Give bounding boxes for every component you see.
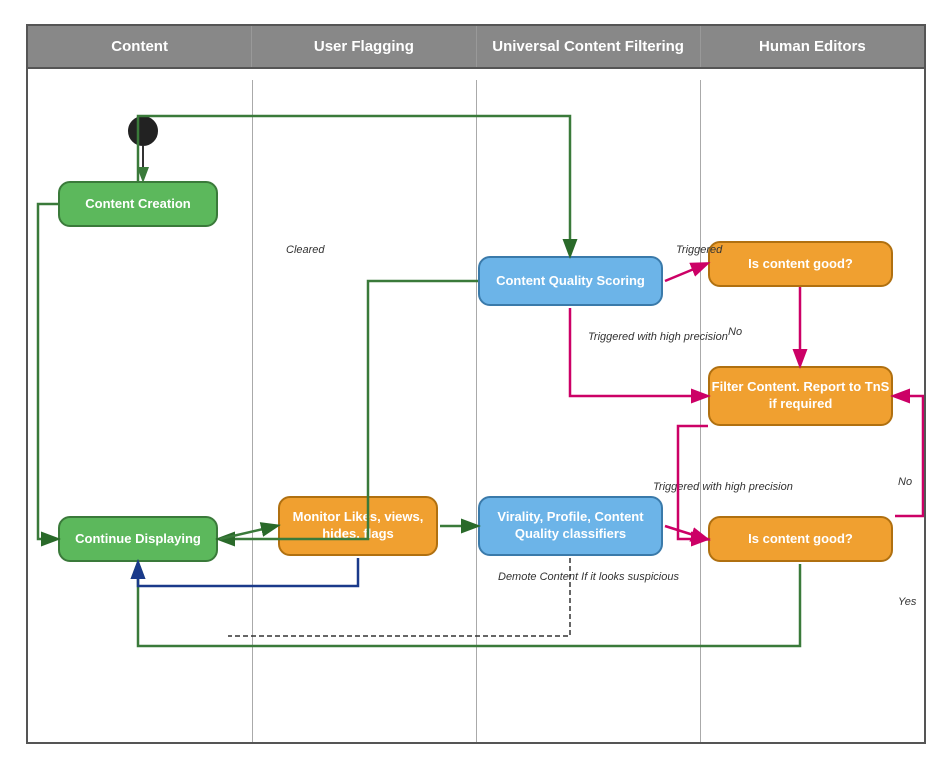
col-ucf: Universal Content Filtering xyxy=(477,26,701,67)
continue-displaying-node: Continue Displaying xyxy=(58,516,218,562)
column-headers: Content User Flagging Universal Content … xyxy=(28,26,924,69)
cleared-label: Cleared xyxy=(286,244,325,257)
col-content: Content xyxy=(28,26,252,67)
filter-content-node: Filter Content. Report to TnS if require… xyxy=(708,366,893,426)
virality-classifiers-node: Virality, Profile, Content Quality class… xyxy=(478,496,663,556)
triggered-top-label: Triggered xyxy=(676,244,722,257)
divider-2 xyxy=(476,80,477,742)
diagram-wrapper: Content User Flagging Universal Content … xyxy=(26,24,926,744)
content-quality-scoring-node: Content Quality Scoring xyxy=(478,256,663,306)
triggered-hp-2-label: Triggered with high precision xyxy=(653,481,793,494)
col-human-editors: Human Editors xyxy=(701,26,924,67)
yes-label: Yes xyxy=(898,596,916,609)
triggered-hp-1-label: Triggered with high precision xyxy=(588,331,728,344)
no-1-label: No xyxy=(728,326,742,339)
start-node xyxy=(128,116,158,146)
demote-content-label: Demote Content If it looks suspicious xyxy=(498,571,679,584)
no-2-label: No xyxy=(898,476,912,489)
divider-1 xyxy=(252,80,253,742)
is-content-good-1-node: Is content good? xyxy=(708,241,893,287)
divider-3 xyxy=(700,80,701,742)
content-creation-node: Content Creation xyxy=(58,181,218,227)
col-user-flagging: User Flagging xyxy=(252,26,476,67)
monitor-likes-node: Monitor Likes, views, hides, flags xyxy=(278,496,438,556)
is-content-good-2-node: Is content good? xyxy=(708,516,893,562)
